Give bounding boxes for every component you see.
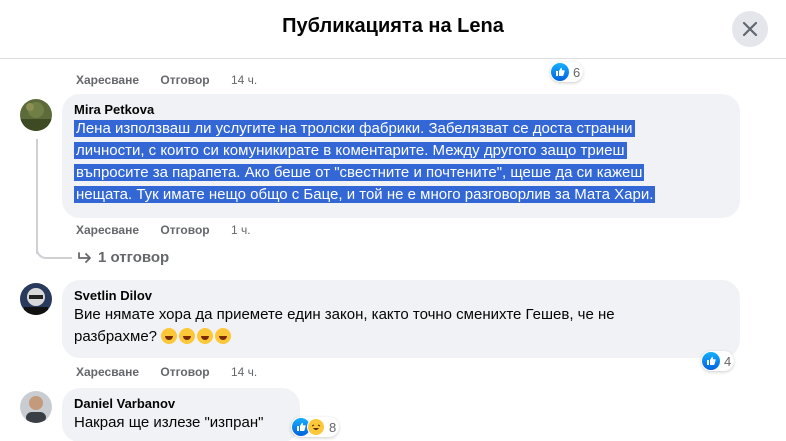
comment-author[interactable]: Svetlin Dilov — [74, 288, 728, 304]
comment-actions: Харесване Отговор 14 ч. — [76, 73, 275, 87]
rofl-emoji-icon — [179, 328, 196, 344]
reply-link[interactable]: Отговор — [160, 73, 209, 87]
like-reaction-icon — [702, 352, 720, 370]
haha-reaction-icon — [307, 418, 325, 436]
comment-line: разбрахме? — [74, 328, 157, 345]
comment-text: Вие нямате хора да приемете един закон, … — [74, 304, 728, 348]
reaction-summary[interactable]: 8 — [291, 417, 340, 437]
thread-connector — [36, 239, 72, 259]
avatar[interactable] — [20, 283, 52, 315]
like-link[interactable]: Харесване — [76, 73, 139, 87]
comment-line: въпросите за парапета. Ако беше от "свес… — [74, 164, 645, 181]
comment-time[interactable]: 14 ч. — [231, 365, 257, 379]
rofl-emoji-icon — [161, 328, 178, 344]
comment-bubble: Mira Petkova Лена използваш ли услугите … — [62, 94, 740, 218]
comment-line: Лена използваш ли услугите на тролски фа… — [74, 120, 635, 137]
reply-link[interactable]: Отговор — [160, 223, 209, 237]
avatar[interactable] — [20, 99, 52, 131]
comment-line: нещата. Тук имате нещо общо с Баце, и то… — [74, 186, 656, 203]
reply-link[interactable]: Отговор — [160, 365, 209, 379]
dialog-title: Публикацията на Lena — [282, 15, 504, 37]
close-icon — [742, 21, 758, 37]
comment-line: Накрая ще излезе "изпран" — [74, 414, 264, 431]
comment-time[interactable]: 1 ч. — [231, 223, 251, 237]
like-link[interactable]: Харесване — [76, 365, 139, 379]
rofl-emoji-icon — [197, 328, 214, 344]
comment-actions: Харесване Отговор 14 ч. — [76, 365, 275, 379]
comments-panel[interactable]: Харесване Отговор 14 ч. 6 Mira Petkova Л… — [0, 59, 786, 441]
reply-arrow-icon — [78, 251, 91, 263]
view-replies-link[interactable]: 1 отговор — [78, 249, 169, 266]
comment-author[interactable]: Daniel Varbanov — [74, 396, 288, 412]
thread-line — [36, 139, 38, 254]
comment-bubble: Svetlin Dilov Вие нямате хора да приемет… — [62, 280, 740, 358]
comment-line: личности, с които си комуникирате в коме… — [74, 142, 627, 159]
close-button[interactable] — [732, 11, 768, 47]
dialog-header: Публикацията на Lena — [0, 0, 786, 59]
reaction-count: 8 — [329, 419, 337, 435]
like-link[interactable]: Харесване — [76, 223, 139, 237]
avatar[interactable] — [20, 391, 52, 423]
comment-author[interactable]: Mira Petkova — [74, 102, 728, 118]
comment-actions: Харесване Отговор 1 ч. — [76, 223, 269, 237]
reaction-count: 4 — [724, 353, 732, 369]
replies-count-label: 1 отговор — [98, 249, 170, 266]
comment-time[interactable]: 14 ч. — [231, 73, 257, 87]
comment-bubble: Daniel Varbanov Накрая ще излезе "изпран… — [62, 388, 300, 441]
comment-text: Накрая ще излезе "изпран" — [74, 412, 288, 434]
reaction-count: 6 — [573, 64, 581, 80]
comment-text: Лена използваш ли услугите на тролски фа… — [74, 118, 728, 206]
reaction-summary[interactable]: 6 — [550, 62, 584, 82]
reaction-summary[interactable]: 4 — [701, 351, 735, 371]
rofl-emoji-icon — [215, 328, 232, 344]
like-reaction-icon — [551, 63, 569, 81]
comment-line: Вие нямате хора да приемете един закон, … — [74, 306, 615, 323]
